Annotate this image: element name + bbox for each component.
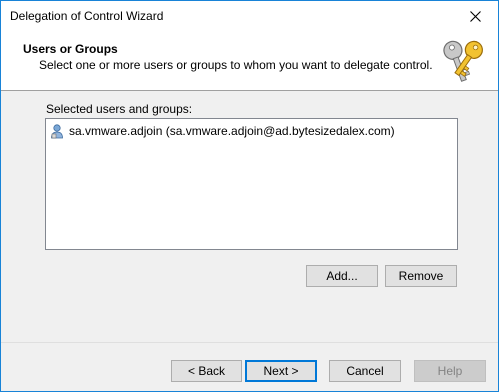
page-description: Select one or more users or groups to wh… (39, 58, 433, 72)
wizard-window: Delegation of Control Wizard Users or Gr… (0, 0, 499, 392)
remove-button[interactable]: Remove (385, 265, 457, 287)
list-item[interactable]: sa.vmware.adjoin (sa.vmware.adjoin@ad.by… (49, 122, 395, 140)
close-icon (469, 10, 481, 22)
page-title: Users or Groups (23, 42, 118, 56)
keys-icon (443, 40, 483, 82)
close-button[interactable] (452, 1, 498, 31)
selected-users-label: Selected users and groups: (46, 102, 193, 116)
selected-users-list[interactable]: sa.vmware.adjoin (sa.vmware.adjoin@ad.by… (45, 118, 458, 250)
add-button[interactable]: Add... (306, 265, 378, 287)
window-title: Delegation of Control Wizard (10, 9, 164, 23)
footer-separator (1, 342, 498, 343)
back-button[interactable]: < Back (171, 360, 242, 382)
next-button[interactable]: Next > (245, 360, 317, 382)
cancel-button[interactable]: Cancel (329, 360, 401, 382)
user-icon (51, 124, 63, 139)
list-item-text: sa.vmware.adjoin (sa.vmware.adjoin@ad.by… (69, 124, 395, 138)
help-button[interactable]: Help (414, 360, 486, 382)
wizard-header: Users or Groups Select one or more users… (1, 31, 498, 91)
title-bar[interactable]: Delegation of Control Wizard (1, 1, 498, 31)
